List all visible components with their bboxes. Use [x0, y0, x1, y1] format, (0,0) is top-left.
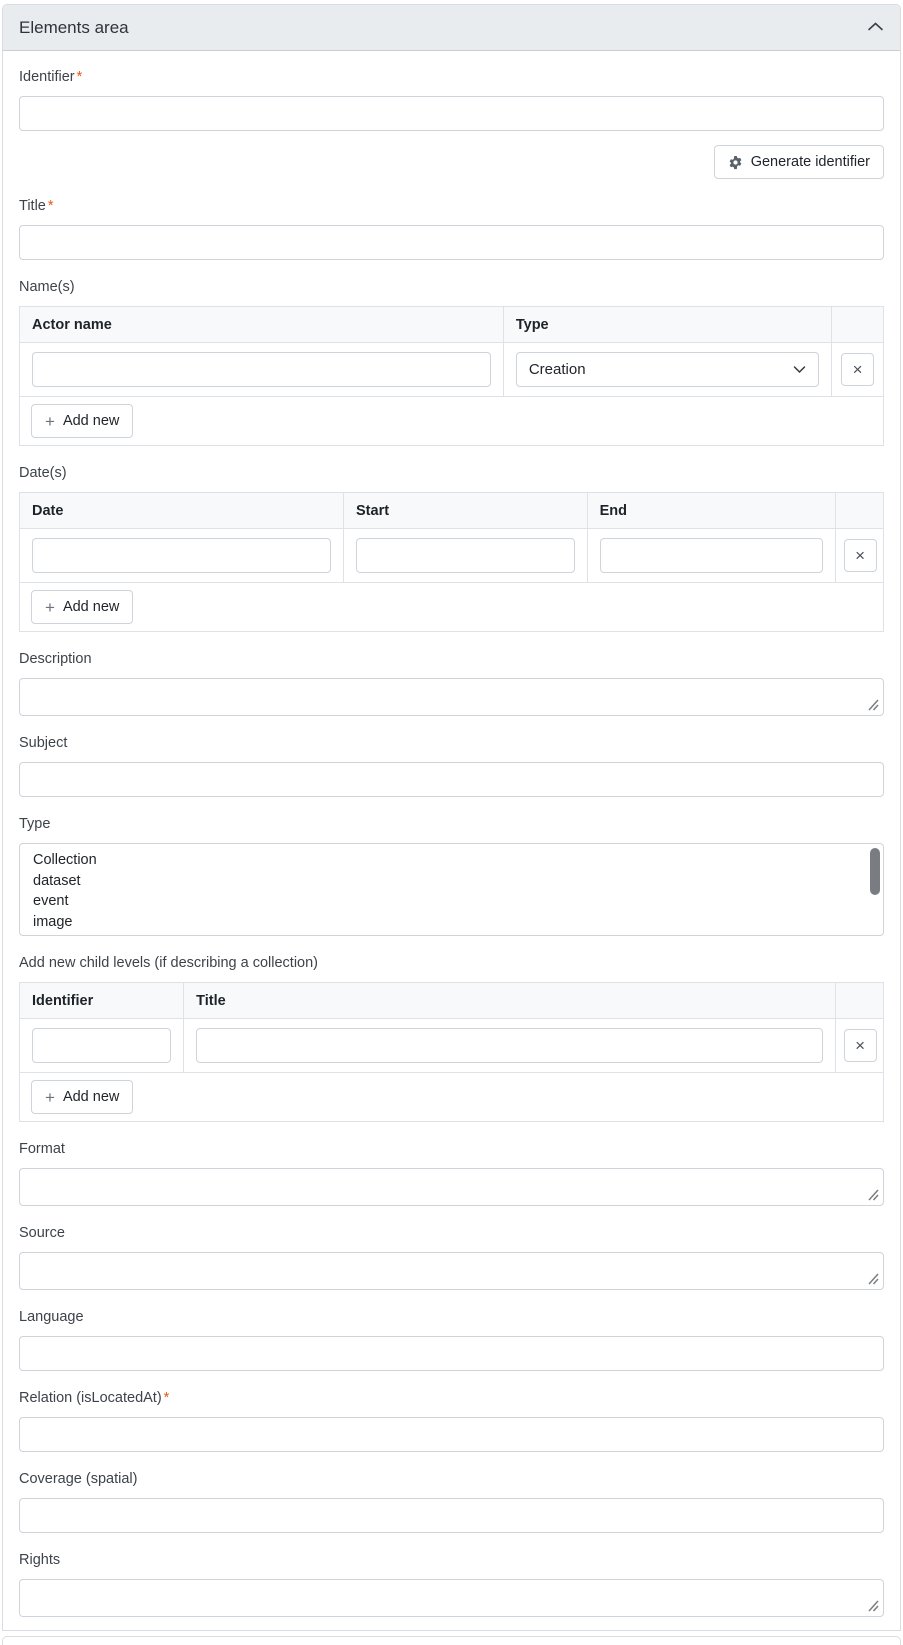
identifier-input[interactable] [19, 96, 884, 131]
date-end-input[interactable] [600, 538, 823, 573]
source-textarea[interactable] [19, 1252, 884, 1290]
coverage-group: Coverage (spatial) [19, 1469, 884, 1533]
rights-textarea[interactable] [19, 1579, 884, 1617]
identifier-label: Identifier* [19, 67, 884, 87]
description-group: Description [19, 649, 884, 716]
next-panel-sliver [2, 1636, 901, 1645]
dates-header-end: End [587, 493, 835, 529]
delete-row-button[interactable]: × [844, 1029, 877, 1062]
dates-header-actions [835, 493, 883, 529]
actor-name-input[interactable] [32, 352, 491, 387]
source-label: Source [19, 1223, 884, 1243]
chevron-down-icon [793, 361, 806, 378]
date-start-input[interactable] [356, 538, 575, 573]
child-levels-add-new-button[interactable]: + Add new [31, 1080, 133, 1114]
type-option-interactive-resource[interactable]: interactive resource [20, 932, 883, 936]
language-group: Language [19, 1307, 884, 1371]
scrollbar-thumb[interactable] [870, 848, 880, 895]
child-levels-footer-row: + Add new [20, 1073, 884, 1122]
chevron-up-icon[interactable] [867, 19, 884, 36]
format-textarea[interactable] [19, 1168, 884, 1206]
child-header-title: Title [184, 983, 835, 1019]
page: Elements area Identifier* Generate ident… [0, 0, 903, 1645]
dates-group: Date(s) Date Start End [19, 463, 884, 632]
dates-add-new-button[interactable]: + Add new [31, 590, 133, 624]
dates-footer-row: + Add new [20, 583, 884, 632]
required-marker: * [164, 1390, 170, 1406]
relation-group: Relation (isLocatedAt)* [19, 1388, 884, 1452]
delete-row-button[interactable]: × [844, 539, 877, 572]
name-type-select[interactable]: Creation [516, 352, 819, 387]
subject-label: Subject [19, 733, 884, 753]
description-textarea[interactable] [19, 678, 884, 716]
add-new-label: Add new [63, 599, 119, 615]
names-label: Name(s) [19, 277, 884, 297]
identifier-actions: Generate identifier [19, 145, 884, 179]
rights-label: Rights [19, 1550, 884, 1570]
coverage-input[interactable] [19, 1498, 884, 1533]
panel-title: Elements area [19, 18, 129, 38]
child-levels-table: Identifier Title × [19, 982, 884, 1122]
panel-body: Identifier* Generate identifier Title* [3, 51, 900, 1630]
dates-row: × [20, 529, 884, 583]
plus-icon: + [45, 599, 55, 616]
type-option-collection[interactable]: Collection [20, 850, 883, 871]
dates-table: Date Start End × [19, 492, 884, 632]
names-group: Name(s) Actor name Type [19, 277, 884, 446]
language-input[interactable] [19, 1336, 884, 1371]
names-header-type: Type [503, 307, 831, 343]
source-group: Source [19, 1223, 884, 1290]
names-header-actor-name: Actor name [20, 307, 504, 343]
child-title-input[interactable] [196, 1028, 822, 1063]
child-levels-group: Add new child levels (if describing a co… [19, 953, 884, 1122]
child-levels-row: × [20, 1019, 884, 1073]
names-header-actions [832, 307, 884, 343]
gear-icon [728, 155, 743, 170]
type-option-dataset[interactable]: dataset [20, 871, 883, 892]
subject-group: Subject [19, 733, 884, 797]
child-identifier-input[interactable] [32, 1028, 171, 1063]
date-input[interactable] [32, 538, 331, 573]
plus-icon: + [45, 413, 55, 430]
subject-input[interactable] [19, 762, 884, 797]
format-label: Format [19, 1139, 884, 1159]
delete-row-button[interactable]: × [841, 353, 874, 386]
title-group: Title* [19, 196, 884, 260]
child-levels-label: Add new child levels (if describing a co… [19, 953, 884, 973]
add-new-label: Add new [63, 413, 119, 429]
dates-header-date: Date [20, 493, 344, 529]
names-footer-row: + Add new [20, 397, 884, 446]
generate-identifier-button[interactable]: Generate identifier [714, 145, 884, 179]
child-header-identifier: Identifier [20, 983, 184, 1019]
type-option-event[interactable]: event [20, 891, 883, 912]
coverage-label: Coverage (spatial) [19, 1469, 884, 1489]
panel-header[interactable]: Elements area [3, 5, 900, 51]
format-group: Format [19, 1139, 884, 1206]
child-header-actions [835, 983, 883, 1019]
type-listbox[interactable]: Collection dataset event image interacti… [19, 843, 884, 936]
names-table: Actor name Type Creation [19, 306, 884, 446]
elements-area-panel: Elements area Identifier* Generate ident… [2, 4, 901, 1631]
add-new-label: Add new [63, 1089, 119, 1105]
required-marker: * [77, 69, 83, 85]
relation-input[interactable] [19, 1417, 884, 1452]
rights-group: Rights [19, 1550, 884, 1617]
names-row: Creation × [20, 343, 884, 397]
identifier-group: Identifier* Generate identifier [19, 67, 884, 179]
dates-header-start: Start [344, 493, 588, 529]
name-type-selected-value: Creation [529, 361, 586, 378]
type-label: Type [19, 814, 884, 834]
title-label: Title* [19, 196, 884, 216]
type-group: Type Collection dataset event image inte… [19, 814, 884, 936]
required-marker: * [48, 198, 54, 214]
generate-identifier-label: Generate identifier [751, 154, 870, 170]
dates-label: Date(s) [19, 463, 884, 483]
names-add-new-button[interactable]: + Add new [31, 404, 133, 438]
description-label: Description [19, 649, 884, 669]
plus-icon: + [45, 1089, 55, 1106]
language-label: Language [19, 1307, 884, 1327]
type-option-image[interactable]: image [20, 912, 883, 933]
title-input[interactable] [19, 225, 884, 260]
relation-label: Relation (isLocatedAt)* [19, 1388, 884, 1408]
